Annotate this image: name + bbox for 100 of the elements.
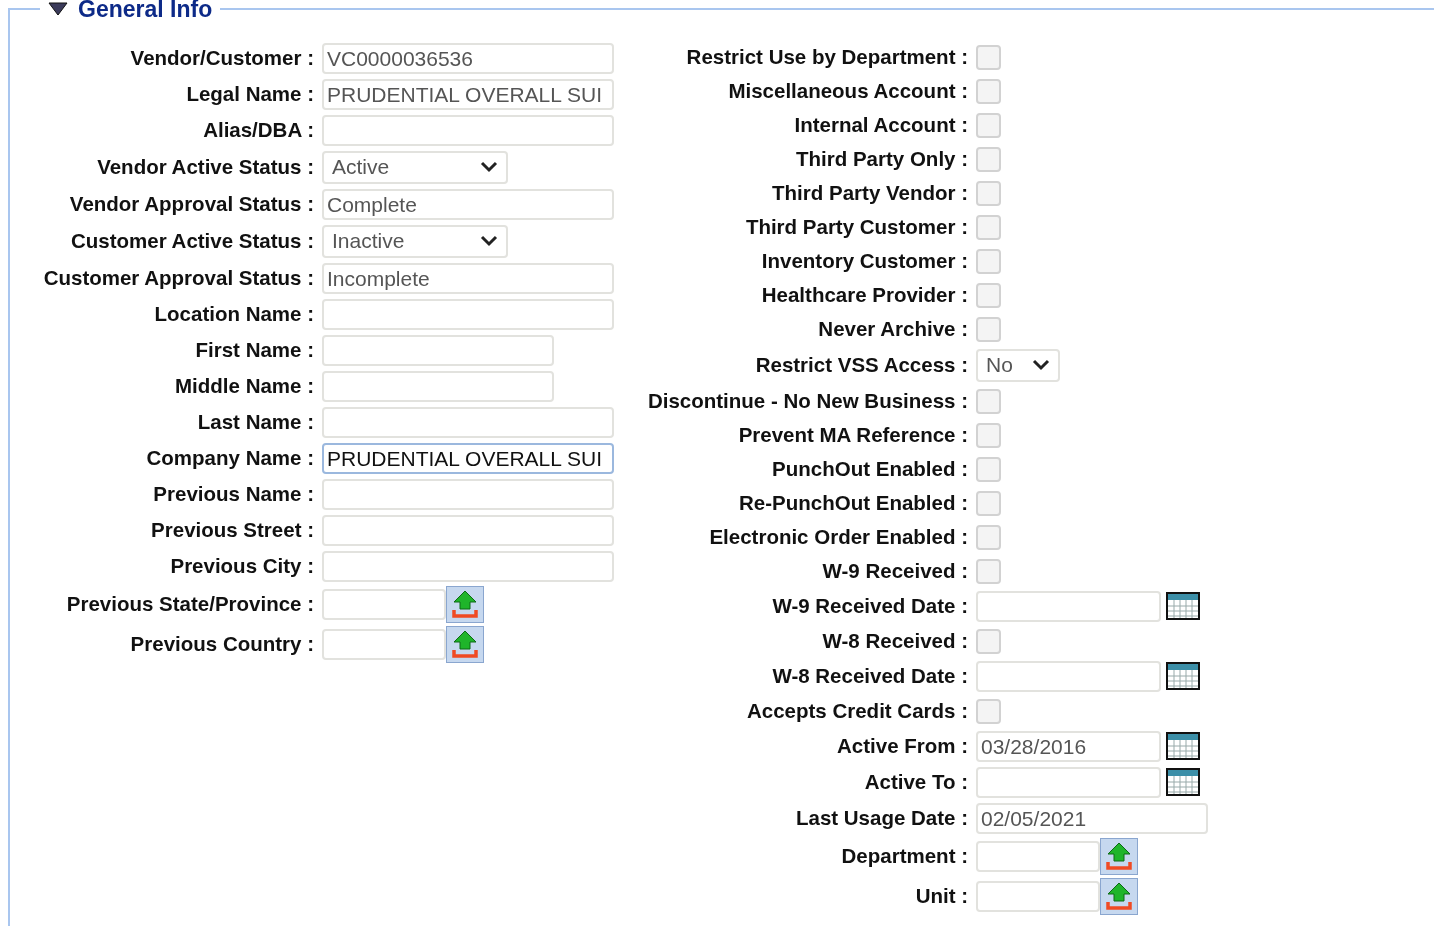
- checkbox[interactable]: [976, 490, 1001, 516]
- checkbox[interactable]: [976, 524, 1001, 550]
- text-field[interactable]: [322, 334, 554, 366]
- field-label: Previous State/Province :: [65, 592, 314, 616]
- dropdown[interactable]: No: [976, 348, 1060, 382]
- field-label: Alias/DBA :: [202, 118, 314, 142]
- lookup-field[interactable]: [322, 628, 446, 660]
- field-label: W-8 Received Date :: [771, 664, 968, 688]
- field-label: Legal Name :: [185, 82, 314, 106]
- field-label: Previous City :: [169, 554, 314, 578]
- calendar-icon[interactable]: [1166, 732, 1200, 760]
- lookup-field[interactable]: [976, 840, 1100, 872]
- field-label: Re-PunchOut Enabled :: [738, 491, 968, 515]
- field-label: Customer Active Status :: [69, 229, 314, 253]
- field-label: Middle Name :: [174, 374, 314, 398]
- field-label: PunchOut Enabled :: [771, 457, 968, 481]
- text-field[interactable]: [322, 514, 614, 546]
- field-label: Active To :: [863, 770, 968, 794]
- lookup-button[interactable]: [446, 625, 484, 663]
- checkbox[interactable]: [976, 316, 1001, 342]
- text-field[interactable]: [322, 370, 554, 402]
- text-field[interactable]: [322, 298, 614, 330]
- checkbox[interactable]: [976, 78, 1001, 104]
- field-label: Restrict VSS Access :: [754, 353, 968, 377]
- field-label: Restrict Use by Department :: [685, 45, 968, 69]
- dropdown[interactable]: Active: [322, 150, 508, 184]
- field-label: Accepts Credit Cards :: [746, 699, 968, 723]
- upload-arrow-icon: [451, 629, 479, 659]
- checkbox[interactable]: [976, 698, 1001, 724]
- field-label: Location Name :: [153, 302, 314, 326]
- field-label: Active From :: [836, 734, 968, 758]
- field-label: Company Name :: [145, 446, 314, 470]
- field-label: Customer Approval Status :: [42, 266, 314, 290]
- upload-arrow-icon: [1105, 881, 1133, 911]
- chevron-down-icon: [480, 161, 498, 173]
- date-field[interactable]: [976, 660, 1161, 692]
- field-label: Prevent MA Reference :: [737, 423, 968, 447]
- lookup-button[interactable]: [1100, 837, 1138, 875]
- lookup-button[interactable]: [446, 585, 484, 623]
- field-label: Internal Account :: [793, 113, 968, 137]
- field-label: Unit :: [914, 884, 968, 908]
- field-label: Never Archive :: [817, 317, 968, 341]
- field-label: Vendor/Customer :: [129, 46, 314, 70]
- upload-arrow-icon: [451, 589, 479, 619]
- field-label: Healthcare Provider :: [760, 283, 968, 307]
- field-label: Previous Country :: [129, 632, 314, 656]
- field-label: Miscellaneous Account :: [727, 79, 968, 103]
- checkbox[interactable]: [976, 214, 1001, 240]
- text-field[interactable]: [322, 550, 614, 582]
- text-field[interactable]: [322, 114, 614, 146]
- checkbox[interactable]: [976, 628, 1001, 654]
- checkbox[interactable]: [976, 388, 1001, 414]
- checkbox[interactable]: [976, 248, 1001, 274]
- lookup-field[interactable]: [322, 588, 446, 620]
- lookup-button[interactable]: [1100, 877, 1138, 915]
- checkbox[interactable]: [976, 282, 1001, 308]
- field-label: First Name :: [194, 338, 314, 362]
- checkbox[interactable]: [976, 456, 1001, 482]
- calendar-icon[interactable]: [1166, 662, 1200, 690]
- section-title: General Info: [78, 0, 213, 23]
- dropdown[interactable]: Inactive: [322, 224, 508, 258]
- field-label: Third Party Only :: [795, 147, 968, 171]
- field-label: W-9 Received :: [821, 559, 968, 583]
- field-label: Third Party Vendor :: [771, 181, 968, 205]
- field-label: Previous Street :: [150, 518, 314, 542]
- field-label: W-9 Received Date :: [771, 594, 968, 618]
- checkbox[interactable]: [976, 112, 1001, 138]
- field-label: Last Usage Date :: [794, 806, 968, 830]
- checkbox[interactable]: [976, 558, 1001, 584]
- collapse-triangle-icon[interactable]: [48, 2, 68, 16]
- calendar-icon[interactable]: [1166, 768, 1200, 796]
- text-field[interactable]: [322, 478, 614, 510]
- date-field[interactable]: [976, 766, 1161, 798]
- text-field[interactable]: PRUDENTIAL OVERALL SUI: [322, 78, 614, 110]
- text-field[interactable]: Incomplete: [322, 262, 614, 294]
- field-label: Previous Name :: [152, 482, 314, 506]
- date-field[interactable]: [976, 590, 1161, 622]
- field-label: Vendor Approval Status :: [68, 192, 314, 216]
- field-label: Electronic Order Enabled :: [708, 525, 968, 549]
- field-label: Vendor Active Status :: [96, 155, 314, 179]
- chevron-down-icon: [1032, 359, 1050, 371]
- calendar-icon[interactable]: [1166, 592, 1200, 620]
- field-label: Third Party Customer :: [744, 215, 968, 239]
- checkbox[interactable]: [976, 422, 1001, 448]
- chevron-down-icon: [480, 235, 498, 247]
- text-field[interactable]: PRUDENTIAL OVERALL SUI: [322, 442, 614, 474]
- text-field[interactable]: 02/05/2021: [976, 802, 1208, 834]
- field-label: Last Name :: [196, 410, 314, 434]
- upload-arrow-icon: [1105, 841, 1133, 871]
- checkbox[interactable]: [976, 146, 1001, 172]
- text-field[interactable]: [322, 406, 614, 438]
- lookup-field[interactable]: [976, 880, 1100, 912]
- checkbox[interactable]: [976, 44, 1001, 70]
- field-label: Department :: [840, 844, 968, 868]
- date-field[interactable]: 03/28/2016: [976, 730, 1161, 762]
- text-field[interactable]: VC0000036536: [322, 42, 614, 74]
- field-label: W-8 Received :: [821, 629, 968, 653]
- field-label: Inventory Customer :: [760, 249, 968, 273]
- checkbox[interactable]: [976, 180, 1001, 206]
- text-field[interactable]: Complete: [322, 188, 614, 220]
